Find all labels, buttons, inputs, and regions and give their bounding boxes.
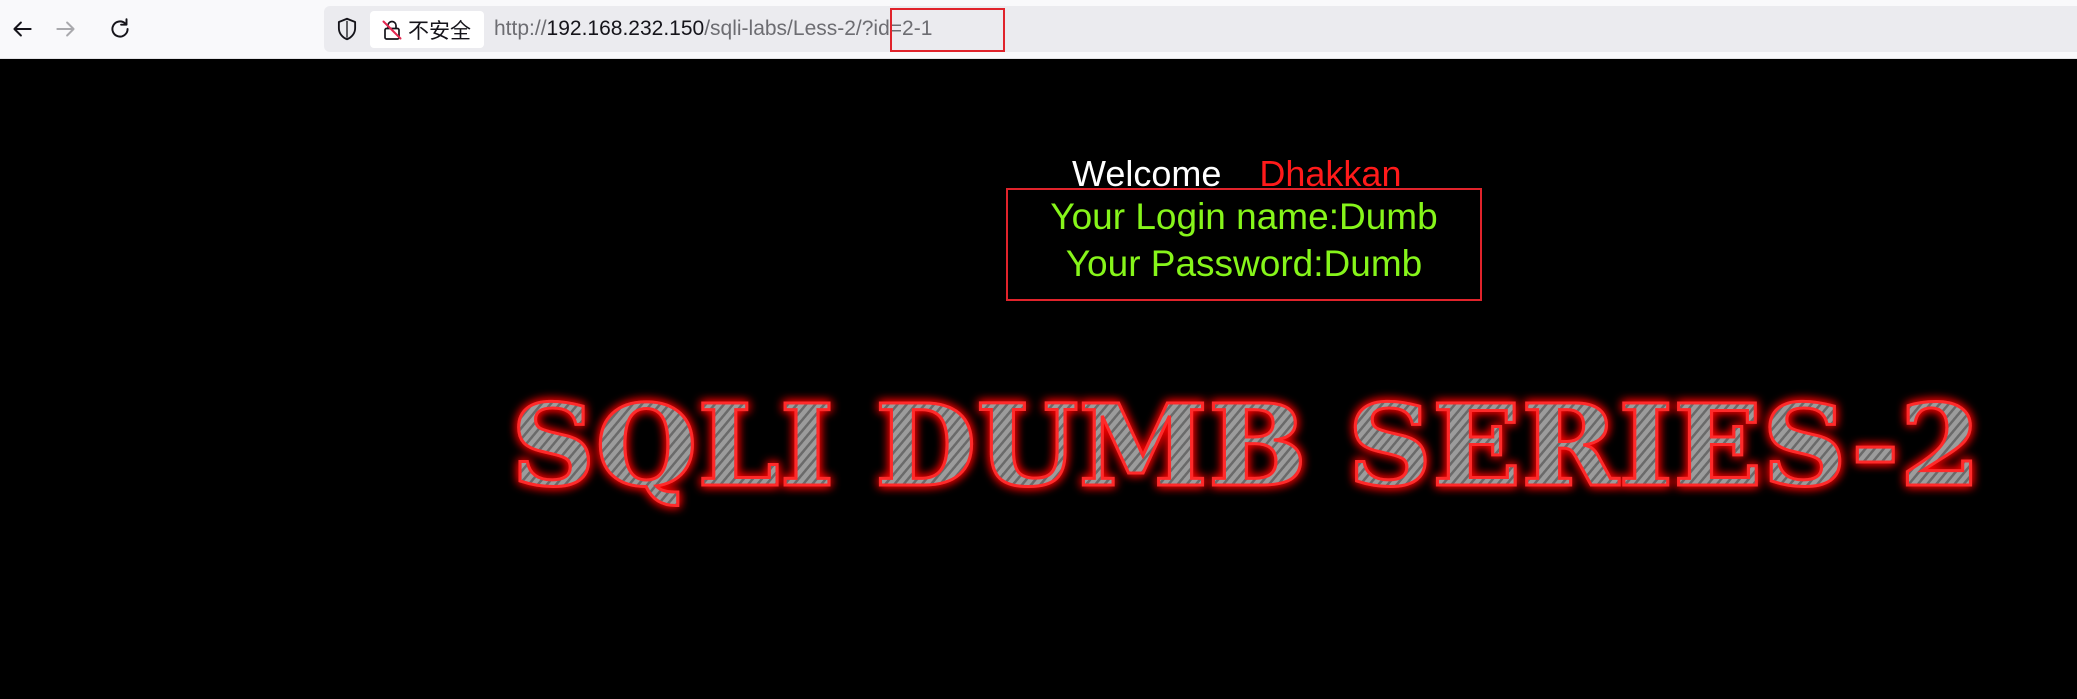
insecure-label: 不安全 (408, 18, 471, 43)
query-highlight-box (890, 8, 1005, 52)
back-button[interactable] (0, 8, 44, 50)
url-host: 192.168.232.150 (546, 17, 705, 40)
url-scheme: http:// (494, 17, 547, 40)
shield-icon (337, 17, 357, 41)
back-arrow-icon (13, 21, 32, 37)
url-path: /sqli-labs/Less-2/ (704, 17, 862, 40)
forward-arrow-icon (56, 21, 75, 37)
insecure-lock-icon (382, 20, 402, 40)
site-security-indicator[interactable]: 不安全 (370, 11, 484, 48)
banner-title: SQLI DUMB SERIES-2 (511, 381, 1981, 512)
forward-button[interactable] (44, 8, 88, 50)
login-name-text: Your Login name:Dumb (1050, 196, 1438, 237)
password-text: Your Password:Dumb (1065, 243, 1423, 284)
reload-button[interactable] (98, 8, 142, 50)
series-banner: SQLI DUMB SERIES-2 (510, 380, 1983, 514)
browser-toolbar: 不安全 http://192.168.232.150/sqli-labs/Les… (0, 0, 2077, 59)
tracking-protection-button[interactable] (332, 14, 362, 44)
reload-icon (111, 18, 129, 38)
url-text[interactable]: http://192.168.232.150/sqli-labs/Less-2/… (494, 14, 932, 44)
